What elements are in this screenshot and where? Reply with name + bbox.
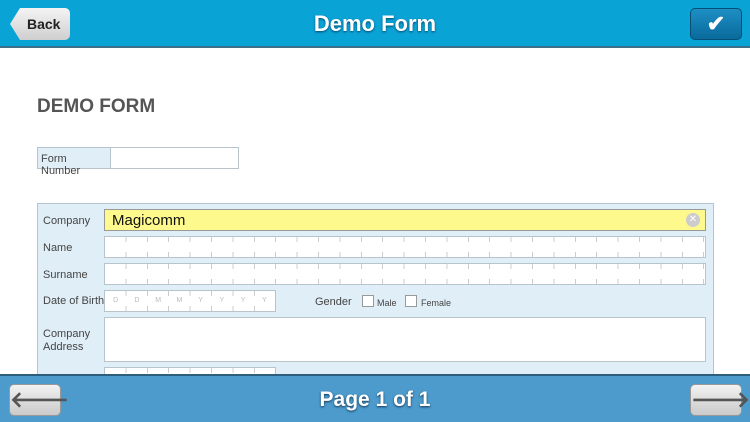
dob-placeholder: Y [198, 297, 203, 304]
name-label: Name [43, 242, 73, 254]
address-label-line2: Address [43, 341, 84, 353]
form-number-field[interactable]: Form Number [37, 147, 239, 177]
gender-label: Gender [315, 296, 352, 308]
dob-label: Date of Birth [43, 295, 105, 307]
form-number-label: Form Number [38, 148, 111, 177]
female-label: Female [421, 298, 452, 308]
dob-placeholder: D [113, 297, 119, 304]
arrow-right-icon: 🡒 [691, 387, 750, 412]
dob-placeholder: Y [262, 297, 267, 304]
form-heading: DEMO FORM [37, 96, 156, 117]
company-input[interactable]: Magicomm ✕ [104, 209, 706, 231]
name-input[interactable] [104, 236, 706, 258]
page-title: Demo Form [313, 11, 437, 36]
confirm-button[interactable]: ✔ [690, 8, 742, 40]
dob-input[interactable]: DDMMYYYY [104, 290, 276, 312]
dob-placeholder: Y [219, 297, 225, 304]
dob-placeholder: M [155, 297, 162, 304]
female-checkbox[interactable] [405, 295, 417, 307]
surname-label: Surname [43, 269, 88, 281]
form-panel: Company Magicomm ✕ Name Surname Date of B… [37, 203, 714, 403]
address-label: Company Address [43, 328, 90, 354]
dob-placeholder: D [134, 297, 140, 304]
male-label: Male [377, 298, 397, 308]
address-label-line1: Company [43, 328, 91, 340]
top-bar: Back Demo Form ✔ [0, 0, 750, 48]
next-page-button[interactable]: 🡒 [690, 384, 750, 416]
bottom-bar: 🡐 Page 1 of 1 🡒 [0, 374, 750, 422]
address-input[interactable] [104, 317, 706, 362]
dob-placeholder: M [176, 297, 183, 304]
checkmark-icon: ✔ [706, 11, 726, 36]
dob-placeholder: Y [240, 297, 246, 304]
page-indicator: Page 1 of 1 [319, 388, 431, 411]
clear-icon[interactable]: ✕ [686, 213, 700, 227]
surname-input[interactable] [104, 263, 706, 285]
company-value: Magicomm [112, 212, 186, 229]
company-label: Company [43, 215, 91, 227]
male-checkbox[interactable] [362, 295, 374, 307]
